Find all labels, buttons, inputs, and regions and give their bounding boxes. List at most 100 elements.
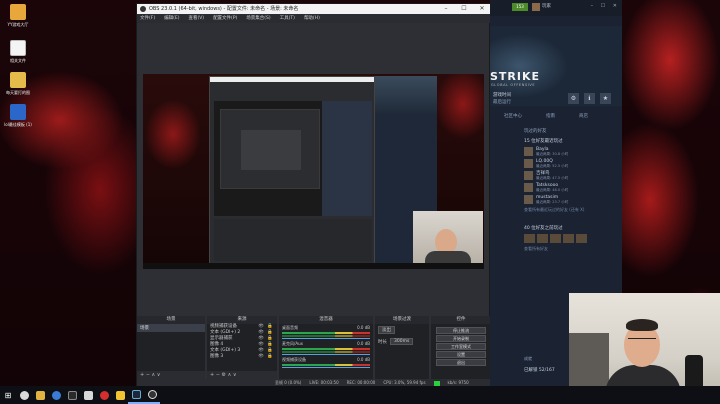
settings-button[interactable]: 设置	[436, 351, 486, 358]
volume-meter	[282, 364, 370, 366]
search-icon[interactable]	[16, 386, 32, 404]
avatar	[550, 234, 561, 243]
file-icon	[10, 40, 26, 56]
minimize-button[interactable]: –	[437, 4, 455, 14]
media-icon[interactable]	[64, 386, 80, 404]
notification-badge[interactable]: 153	[512, 3, 528, 11]
friends-more-link[interactable]: 查看所有最近玩过的好友 (还有 X)	[524, 207, 620, 213]
tab-guides[interactable]: 指南	[546, 112, 555, 122]
obs-titlebar[interactable]: OBS 23.0.1 (64-bit, windows) - 配置文件: 未命名…	[137, 4, 491, 14]
scenes-list: 场景	[137, 324, 205, 371]
source-item[interactable]: 图像 3 👁 🔒	[207, 354, 277, 360]
netease-icon[interactable]	[96, 386, 112, 404]
mixer-panel: 桌面音频 0.0 dB 麦克风/Aux 0.0 dB 视频捕获设备 0.0 dB	[279, 324, 373, 379]
volume-slider[interactable]	[282, 354, 370, 355]
list-item[interactable]: LQ.00Q 最近两周: 52.5 小时	[524, 159, 620, 168]
friends-panel: 玩过的好友 15 位好友最近玩过 Bayla 最近两周: 30.8 小时 LQ.0…	[524, 128, 620, 252]
controls-panel: 停止推流 开始录制 工作室模式 设置 退出	[431, 324, 491, 379]
game-title: STRIKE	[490, 70, 541, 83]
steam-topbar: 153 玩家 – ☐ ✕	[490, 0, 622, 16]
preview-webcam	[413, 211, 483, 267]
transition-select[interactable]: 淡出	[378, 326, 395, 334]
obs-docks: 场景 场景 + − ∧ ∨ 来源 视频捕获设备 👁 🔒 文本 (GDI+) 2 👁 …	[137, 316, 491, 379]
volume-meter	[282, 351, 370, 353]
maximize-button[interactable]: ☐	[455, 4, 473, 14]
list-item[interactable]: Tatsksooo 最近两周: 48.0 小时	[524, 183, 620, 192]
mail-icon[interactable]	[80, 386, 96, 404]
list-item[interactable]: 吉祥鸟 最近两周: 47.5 小时	[524, 171, 620, 180]
desktop-icon-files[interactable]: 相关文件	[4, 40, 32, 63]
stream-health-icon	[433, 380, 440, 386]
friends-all-link[interactable]: 查看所有好友	[524, 246, 620, 252]
play-time-value: 最后运行	[493, 100, 511, 105]
volume-slider[interactable]	[282, 338, 370, 339]
scene-item[interactable]: 场景	[137, 324, 205, 332]
steam-tabs: 社区中心 指南 商店	[490, 112, 622, 122]
menu-scene-collection[interactable]: 场景集合(S)	[246, 14, 270, 23]
transitions-dock-title: 场景过渡	[375, 316, 429, 324]
obs-logo-icon	[140, 6, 146, 12]
friends-recent-count: 15 位好友最近玩过	[524, 139, 563, 144]
avatar[interactable]	[532, 3, 540, 11]
preview-taskbar	[143, 263, 484, 269]
info-icon[interactable]: ℹ	[584, 93, 595, 104]
obs-window: OBS 23.0.1 (64-bit, windows) - 配置文件: 未命名…	[136, 3, 491, 387]
menu-help[interactable]: 帮助(H)	[304, 14, 320, 23]
start-icon[interactable]: ⊞	[0, 386, 16, 404]
friends-header: 玩过的好友	[524, 129, 547, 134]
exit-button[interactable]: 退出	[436, 359, 486, 366]
avatar	[537, 234, 548, 243]
tab-store[interactable]: 商店	[579, 112, 588, 122]
studio-mode-button[interactable]: 工作室模式	[436, 343, 486, 350]
tab-community[interactable]: 社区中心	[504, 112, 522, 122]
steam-window-buttons[interactable]: – ☐ ✕	[591, 3, 620, 9]
game-actions: 游戏时间 最后运行 ⚙ ℹ ★	[490, 90, 622, 108]
duration-label: 时长	[378, 339, 387, 345]
doc-icon	[10, 104, 26, 120]
steam-username[interactable]: 玩家	[542, 3, 551, 11]
desktop-icon-label: 相关文件	[10, 58, 26, 63]
files-icon[interactable]	[112, 386, 128, 404]
gear-icon[interactable]: ⚙	[568, 93, 579, 104]
desktop-icon-folder[interactable]: 每天要打的图	[4, 72, 32, 95]
duration-input[interactable]: 300ms	[390, 338, 414, 345]
close-button[interactable]: ✕	[473, 4, 491, 14]
obs-icon[interactable]	[144, 386, 160, 404]
sources-list: 视频捕获设备 👁 🔒 文本 (GDI+) 2 👁 🔒 显示器捕获 👁 🔒 图像 4 👁 …	[207, 324, 277, 371]
list-item[interactable]: mustasim 最近两周: 23.7 小时	[524, 195, 620, 204]
avatar	[524, 147, 533, 156]
game-subtitle: GLOBAL OFFENSIVE	[491, 83, 536, 87]
scenes-dock-title: 场景	[137, 316, 205, 324]
desktop-icon-label: lol最佳模板 (1)	[4, 122, 32, 127]
stop-streaming-button[interactable]: 停止推流	[436, 327, 486, 334]
menu-view[interactable]: 查看(V)	[188, 14, 204, 23]
volume-slider[interactable]	[282, 367, 370, 368]
menu-file[interactable]: 文件(F)	[140, 14, 155, 23]
menu-tools[interactable]: 工具(T)	[280, 14, 295, 23]
menu-profile[interactable]: 配置文件(P)	[213, 14, 237, 23]
sources-dock-title: 来源	[207, 316, 277, 324]
avatar	[576, 234, 587, 243]
browser-icon[interactable]	[48, 386, 64, 404]
obs-preview-canvas[interactable]	[143, 74, 484, 269]
desktop-icon-doc[interactable]: lol最佳模板 (1)	[4, 104, 32, 127]
controls-dock-title: 控件	[431, 316, 491, 324]
app-cat-icon	[10, 4, 26, 20]
menu-edit[interactable]: 编辑(E)	[164, 14, 179, 23]
volume-meter	[282, 348, 370, 350]
obs-window-title: OBS 23.0.1 (64-bit, windows) - 配置文件: 未命名…	[149, 6, 299, 12]
friends-long-count: 40 位好友之前玩过	[524, 226, 563, 231]
start-recording-button[interactable]: 开始录制	[436, 335, 486, 342]
star-icon[interactable]: ★	[600, 93, 611, 104]
visibility-lock-icon[interactable]: 👁 🔒	[258, 354, 274, 360]
avatar	[524, 195, 533, 204]
scenes-toolbar[interactable]: + − ∧ ∨	[137, 371, 205, 379]
steam-icon[interactable]	[128, 386, 144, 404]
list-item[interactable]: Bayla 最近两周: 30.8 小时	[524, 147, 620, 156]
sources-toolbar[interactable]: + − ⚙ ∧ ∨	[207, 371, 277, 379]
volume-meter	[282, 335, 370, 337]
explorer-icon[interactable]	[32, 386, 48, 404]
desktop-icon-yy[interactable]: YY游戏大厅	[4, 4, 32, 27]
preview-nested-obs	[209, 76, 375, 264]
mixer-channel: 桌面音频 0.0 dB	[279, 324, 373, 340]
